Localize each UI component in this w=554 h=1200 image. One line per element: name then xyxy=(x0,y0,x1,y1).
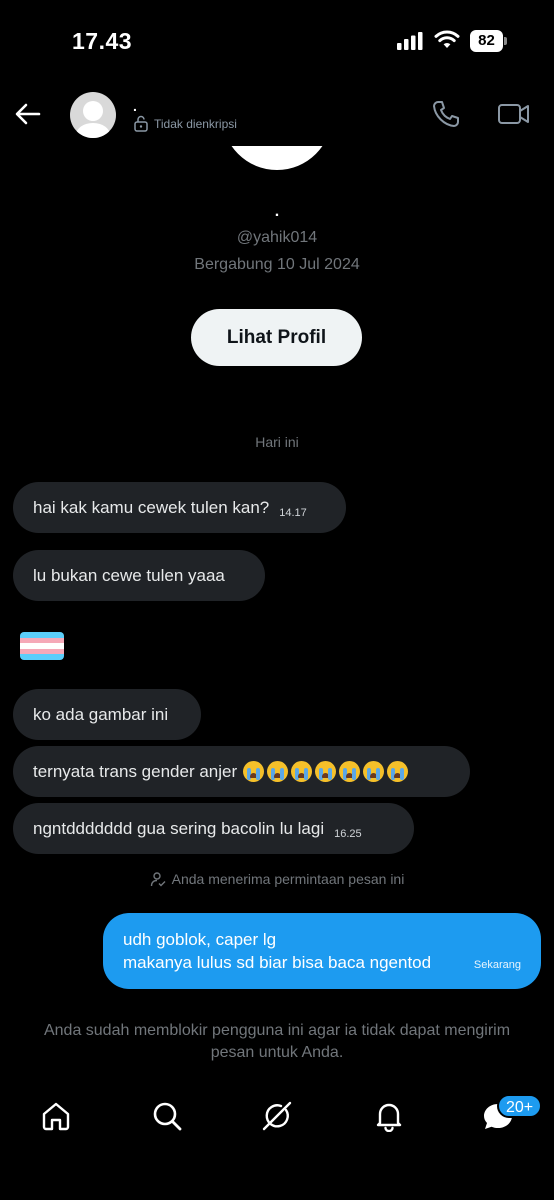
message-text-line: udh goblok, caper lg xyxy=(123,930,277,949)
message-text-line: makanya lulus sd biar bisa baca ngentod xyxy=(123,953,432,972)
grok-icon xyxy=(262,1101,292,1131)
phone-icon[interactable] xyxy=(430,98,462,130)
received-message[interactable]: ko ada gambar ini xyxy=(13,689,201,740)
received-message[interactable]: lu bukan cewe tulen yaaa xyxy=(13,550,265,601)
back-button[interactable] xyxy=(12,98,44,130)
message-text: hai kak kamu cewek tulen kan? xyxy=(33,497,270,517)
profile-name: . xyxy=(274,203,280,220)
message-time: 16.25 xyxy=(334,827,362,840)
profile-handle: @yahik014 xyxy=(236,229,318,246)
home-icon xyxy=(42,1102,70,1131)
header-username: . xyxy=(133,98,137,114)
loudly-crying-face-icon xyxy=(387,761,409,782)
bell-icon xyxy=(376,1103,402,1132)
message-text: ngntddddddd gua sering bacolin lu lagi xyxy=(33,818,325,838)
view-profile-button[interactable]: Lihat Profil xyxy=(191,309,362,366)
arrow-left-icon xyxy=(15,103,41,125)
battery-icon: 82 xyxy=(470,30,507,52)
date-separator: Hari ini xyxy=(255,434,299,450)
battery-level: 82 xyxy=(470,30,503,52)
unlock-icon xyxy=(134,115,148,132)
transgender-flag-image[interactable] xyxy=(20,632,64,660)
profile-joined-date: Bergabung 10 Jul 2024 xyxy=(194,256,360,273)
profile-picture xyxy=(222,146,332,170)
blocked-notice: Anda sudah memblokir pengguna ini agar i… xyxy=(43,1022,511,1061)
encryption-label: Tidak dienkripsi xyxy=(154,116,237,131)
loudly-crying-face-icon xyxy=(363,761,385,782)
message-text: ternyata trans gender anjer xyxy=(33,761,238,781)
sent-message[interactable]: udh goblok, caper lg makanya lulus sd bi… xyxy=(103,913,541,989)
loudly-crying-face-icon xyxy=(243,761,265,782)
encryption-status: Tidak dienkripsi xyxy=(134,115,237,132)
nav-search[interactable] xyxy=(149,1098,185,1134)
loudly-crying-face-icon xyxy=(291,761,313,782)
message-time: Sekarang xyxy=(473,959,521,971)
nav-grok[interactable] xyxy=(259,1098,295,1134)
message-time: 14.17 xyxy=(279,506,307,519)
search-icon xyxy=(153,1102,182,1131)
crying-emoji-group xyxy=(243,761,409,782)
messages-badge: 20+ xyxy=(497,1094,543,1118)
nav-notifications[interactable] xyxy=(371,1098,407,1134)
cellular-signal-icon xyxy=(397,32,423,50)
received-message[interactable]: ternyata trans gender anjer xyxy=(13,746,470,797)
message-text: lu bukan cewe tulen yaaa xyxy=(33,565,225,585)
loudly-crying-face-icon xyxy=(315,761,337,782)
status-time: 17.43 xyxy=(72,28,133,54)
user-check-icon xyxy=(150,872,166,887)
loudly-crying-face-icon xyxy=(339,761,361,782)
avatar[interactable] xyxy=(70,92,116,138)
message-text: ko ada gambar ini xyxy=(33,704,169,724)
video-camera-icon[interactable] xyxy=(497,98,531,130)
received-message[interactable]: ngntddddddd gua sering bacolin lu lagi 1… xyxy=(13,803,414,854)
nav-home[interactable] xyxy=(38,1098,74,1134)
received-message[interactable]: hai kak kamu cewek tulen kan? 14.17 xyxy=(13,482,346,533)
request-accepted-notice: Anda menerima permintaan pesan ini xyxy=(0,871,554,887)
wifi-icon xyxy=(434,30,460,48)
loudly-crying-face-icon xyxy=(267,761,289,782)
accepted-notice-text: Anda menerima permintaan pesan ini xyxy=(171,871,405,887)
